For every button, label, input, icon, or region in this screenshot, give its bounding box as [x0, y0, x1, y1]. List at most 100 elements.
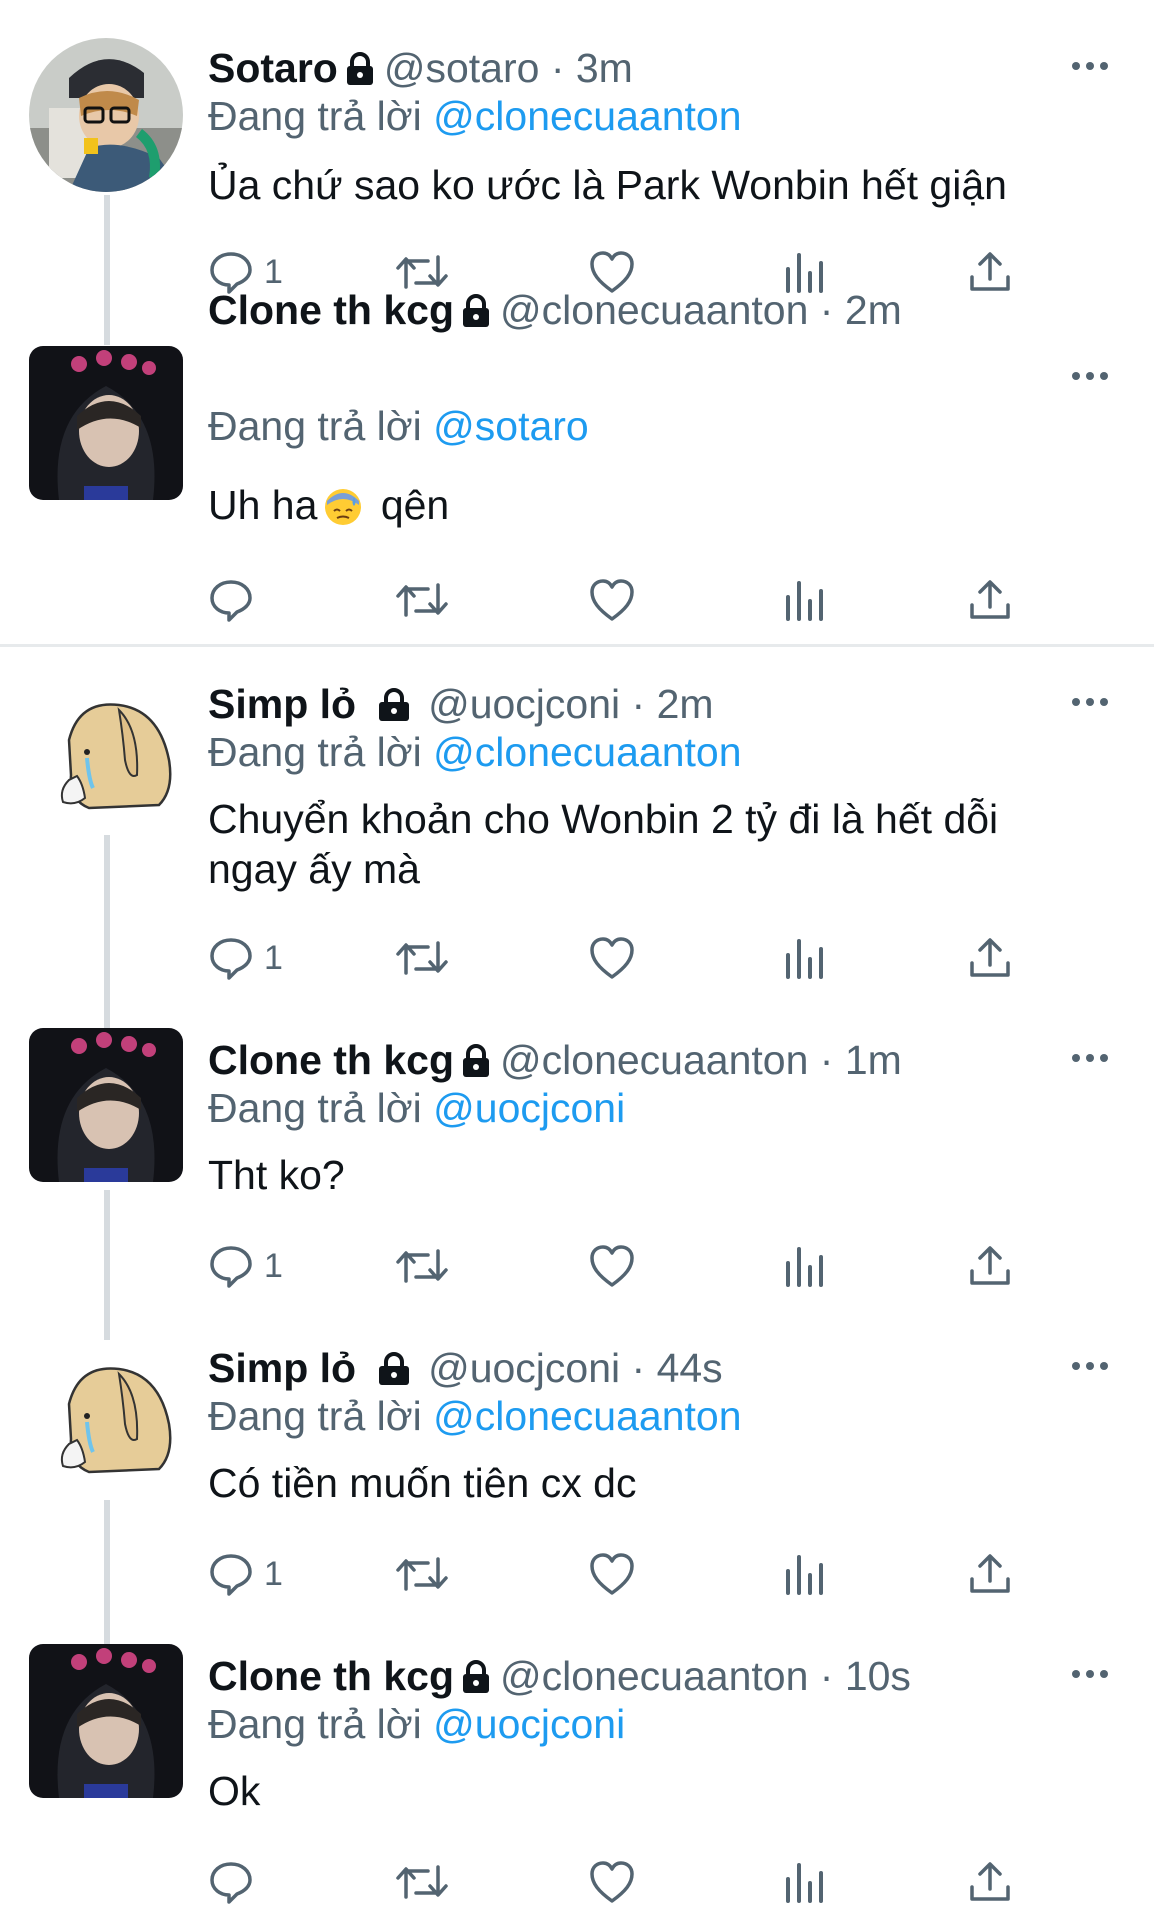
avatar[interactable] — [29, 680, 183, 834]
reply-count: 1 — [264, 1246, 283, 1285]
views-button[interactable] — [784, 1240, 826, 1292]
handle[interactable]: @uocjconi — [428, 1345, 620, 1391]
replying-to: Đang trả lời @clonecuaanton — [208, 729, 742, 775]
replying-to: Đang trả lời @uocjconi — [208, 1701, 626, 1747]
avatar[interactable] — [29, 1344, 183, 1498]
more-icon[interactable] — [1070, 366, 1110, 386]
avatar[interactable] — [29, 346, 183, 500]
reply-icon — [208, 935, 254, 981]
downcast-face-with-sweat-icon — [323, 487, 363, 538]
mention-link[interactable]: @uocjconi — [433, 1701, 625, 1747]
handle[interactable]: @sotaro — [384, 45, 540, 91]
tweet-actions: 1 — [208, 1548, 1028, 1600]
like-button[interactable] — [588, 574, 636, 626]
thread-divider — [0, 644, 1154, 647]
share-button[interactable] — [968, 246, 1012, 298]
views-button[interactable] — [784, 1856, 826, 1908]
lock-icon — [460, 1656, 492, 1704]
replying-to: Đang trả lời @sotaro — [208, 403, 589, 449]
share-button[interactable] — [968, 574, 1012, 626]
reply-button[interactable] — [208, 574, 254, 626]
more-icon[interactable] — [1070, 1664, 1110, 1684]
retweet-button[interactable] — [394, 1856, 450, 1908]
avatar[interactable] — [29, 1028, 183, 1182]
display-name[interactable]: Simp lỏ — [208, 681, 356, 727]
mention-link[interactable]: @clonecuaanton — [433, 93, 741, 139]
views-button[interactable] — [784, 574, 826, 626]
lock-icon — [460, 290, 492, 338]
retweet-button[interactable] — [394, 932, 450, 984]
tweet-actions: 1 — [208, 1240, 1028, 1292]
views-icon — [784, 935, 826, 981]
handle[interactable]: @clonecuaanton — [500, 1037, 808, 1083]
timestamp[interactable]: 44s — [657, 1345, 723, 1391]
timestamp[interactable]: 2m — [657, 681, 714, 727]
tweet-text: Ủa chứ sao ko ước là Park Wonbin hết giậ… — [208, 162, 1007, 208]
retweet-button[interactable] — [394, 1240, 450, 1292]
like-button[interactable] — [588, 1240, 636, 1292]
retweet-icon — [394, 935, 450, 981]
replying-to: Đang trả lời @uocjconi — [208, 1085, 626, 1131]
reply-icon — [208, 1551, 254, 1597]
avatar[interactable] — [29, 38, 183, 192]
handle[interactable]: @clonecuaanton — [500, 1653, 808, 1699]
reply-button[interactable]: 1 — [208, 1548, 283, 1600]
replying-to: Đang trả lời @clonecuaanton — [208, 1393, 742, 1439]
display-name[interactable]: Clone th kcg — [208, 287, 454, 333]
reply-button[interactable] — [208, 1856, 254, 1908]
timestamp[interactable]: 3m — [576, 45, 633, 91]
thread-line — [104, 835, 110, 1030]
tweet[interactable]: Sotaro @sotaro · 3m Đang trả lời @clonecu… — [0, 0, 1154, 320]
like-button[interactable] — [588, 1856, 636, 1908]
display-name[interactable]: Clone th kcg — [208, 1653, 454, 1699]
avatar[interactable] — [29, 1644, 183, 1798]
retweet-icon — [394, 577, 450, 623]
mention-link[interactable]: @uocjconi — [433, 1085, 625, 1131]
more-icon[interactable] — [1070, 692, 1110, 712]
share-button[interactable] — [968, 932, 1012, 984]
views-button[interactable] — [784, 1548, 826, 1600]
like-button[interactable] — [588, 1548, 636, 1600]
lock-icon — [460, 1040, 492, 1088]
mention-link[interactable]: @sotaro — [433, 403, 589, 449]
more-icon[interactable] — [1070, 56, 1110, 76]
more-icon[interactable] — [1070, 1048, 1110, 1068]
lock-icon — [344, 48, 376, 96]
timestamp[interactable]: 2m — [845, 287, 902, 333]
retweet-button[interactable] — [394, 574, 450, 626]
display-name[interactable]: Clone th kcg — [208, 1037, 454, 1083]
views-icon — [784, 1859, 826, 1905]
reply-button[interactable]: 1 — [208, 1240, 283, 1292]
views-button[interactable] — [784, 932, 826, 984]
retweet-icon — [394, 1859, 450, 1905]
tweet-actions — [208, 574, 1028, 626]
more-icon[interactable] — [1070, 1356, 1110, 1376]
tweet-text: Có tiền muốn tiên cx dc — [208, 1460, 637, 1506]
retweet-button[interactable] — [394, 1548, 450, 1600]
display-name[interactable]: Sotaro — [208, 45, 338, 91]
handle[interactable]: @uocjconi — [428, 681, 620, 727]
share-button[interactable] — [968, 1240, 1012, 1292]
mention-link[interactable]: @clonecuaanton — [433, 729, 741, 775]
reply-button[interactable]: 1 — [208, 932, 283, 984]
handle[interactable]: @clonecuaanton — [500, 287, 808, 333]
thread-line — [104, 1500, 110, 1650]
display-name[interactable]: Simp lỏ — [208, 1345, 356, 1391]
replying-to: Đang trả lời @clonecuaanton — [208, 93, 742, 139]
share-icon — [968, 1859, 1012, 1905]
tweet-text: Chuyển khoản cho Wonbin 2 tỷ đi là hết d… — [208, 796, 999, 892]
tweet-text: Uh ha qên — [208, 480, 1088, 538]
like-icon — [588, 935, 636, 981]
timestamp[interactable]: 10s — [845, 1653, 911, 1699]
reply-count: 1 — [264, 1554, 283, 1593]
reply-icon — [208, 577, 254, 623]
tweet-actions — [208, 1856, 1028, 1908]
like-button[interactable] — [588, 932, 636, 984]
mention-link[interactable]: @clonecuaanton — [433, 1393, 741, 1439]
share-button[interactable] — [968, 1856, 1012, 1908]
share-button[interactable] — [968, 1548, 1012, 1600]
views-icon — [784, 1551, 826, 1597]
tweet-actions: 1 — [208, 932, 1028, 984]
tweet-text: Tht ko? — [208, 1152, 345, 1198]
timestamp[interactable]: 1m — [845, 1037, 902, 1083]
